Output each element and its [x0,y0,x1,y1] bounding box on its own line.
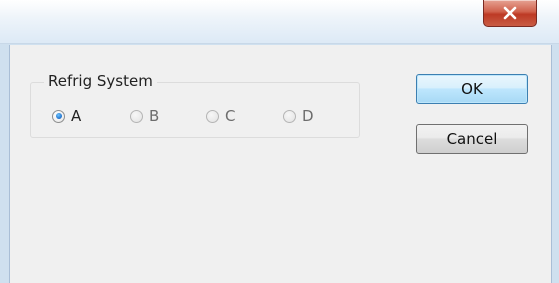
radio-button-disabled-icon [283,109,296,123]
groupbox-label: Refrig System [44,72,157,90]
radio-button-checked-icon[interactable] [52,109,65,123]
close-button[interactable] [483,0,537,27]
cancel-button[interactable]: Cancel [416,124,528,154]
ok-button[interactable]: OK [416,74,528,104]
radio-label-b: B [149,107,160,125]
radio-option-d: D [283,105,314,127]
radio-option-b: B [130,105,159,127]
radio-label-c: C [225,107,236,125]
radio-option-c: C [206,105,235,127]
title-bar[interactable] [0,0,559,44]
radio-button-disabled-icon [206,109,219,123]
radio-button-disabled-icon [130,109,143,123]
radio-option-a[interactable]: A [52,105,81,127]
radio-label-d: D [302,107,314,125]
dialog-window: Refrig System A B C D OK Cancel [0,0,559,283]
radio-label-a: A [71,107,82,125]
close-icon [503,6,517,20]
